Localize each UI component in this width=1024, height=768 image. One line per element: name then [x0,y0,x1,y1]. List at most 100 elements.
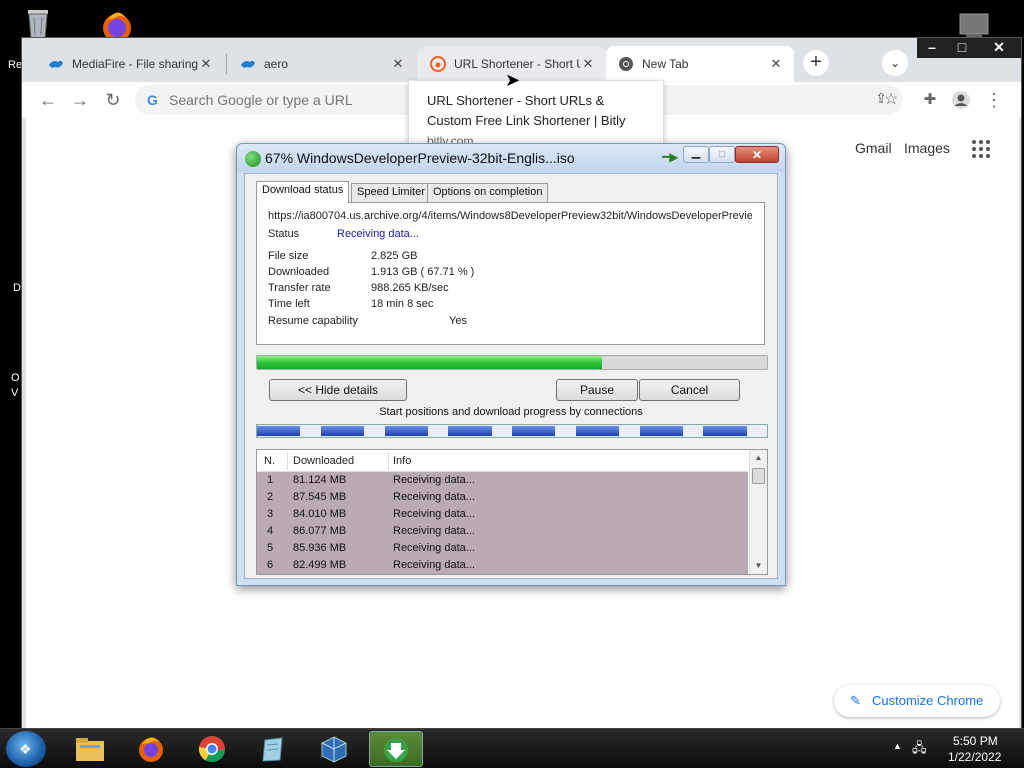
idm-taskbar-icon[interactable] [369,731,423,767]
hover-card-title: URL Shortener - Short URLs & Custom Free… [427,93,626,128]
tab-new-tab[interactable]: New Tab ✕ [606,46,794,82]
chrome-taskbar-icon[interactable] [185,731,239,767]
dialog-titlebar[interactable]: 67% WindowsDeveloperPreview-32bit-Englis… [237,144,785,172]
dialog-close-button[interactable]: ✕ [735,146,779,163]
desktop: Re D O V MediaFire - File sharing ✕ aero… [0,0,1024,768]
hide-details-button[interactable]: << Hide details [269,379,407,401]
connection-segment [639,426,683,436]
column-header-n[interactable]: N. [264,455,275,467]
close-window-button[interactable]: ✕ [977,38,1021,58]
mediafire-icon [49,60,63,68]
row-downloaded: 85.936 MB [293,542,347,554]
scroll-thumb[interactable] [752,468,765,484]
table-row[interactable]: 4 86.077 MB Receiving data... [257,523,748,540]
tab-close-icon[interactable]: ✕ [768,56,784,72]
table-row[interactable]: 3 84.010 MB Receiving data... [257,506,748,523]
extensions-icon[interactable]: ✚ [918,88,942,112]
new-tab-button[interactable]: + [803,50,829,76]
dialog-title: 67% WindowsDeveloperPreview-32bit-Englis… [265,150,575,166]
maximize-button[interactable]: □ [947,38,977,58]
dialog-minimize-button[interactable]: ▁ [683,146,709,163]
row-info: Receiving data... [393,559,475,571]
connections-table: N. Downloaded Info 1 81.124 MB Receiving… [256,449,768,575]
back-icon[interactable]: ← [36,88,60,112]
download-url: https://ia800704.us.archive.org/4/items/… [268,210,752,222]
show-hidden-icons-icon[interactable]: ▲ [893,741,902,751]
bookmark-star-icon[interactable]: ☆ [879,88,903,112]
tab-strip: MediaFire - File sharing ✕ aero ✕ URL Sh… [22,38,1021,82]
progress-fill [257,356,603,369]
row-number: 3 [267,508,274,520]
firefox-taskbar-icon[interactable] [124,731,178,767]
start-button[interactable]: ❖ [6,731,46,767]
row-downloaded: 84.010 MB [293,508,347,520]
scroll-up-icon[interactable]: ▲ [750,450,767,466]
tab-close-icon[interactable]: ✕ [198,56,214,72]
tab-download-status[interactable]: Download status [256,181,350,203]
customize-chrome-label: Customize Chrome [872,693,984,708]
table-row[interactable]: 1 81.124 MB Receiving data... [257,472,748,489]
row-number: 6 [267,559,274,571]
tab-aero[interactable]: aero ✕ [228,46,416,82]
cancel-button[interactable]: Cancel [639,379,740,401]
row-number: 5 [267,542,274,554]
profile-avatar-icon[interactable] [949,88,973,112]
table-scrollbar[interactable]: ▲ ▼ [749,450,767,574]
reload-icon[interactable]: ↻ [101,88,125,112]
pause-button[interactable]: Pause [556,379,638,401]
recycle-bin-icon[interactable] [20,6,56,40]
connections-rows: 1 81.124 MB Receiving data... 2 87.545 M… [257,472,748,574]
row-downloaded: 82.499 MB [293,559,347,571]
pencil-icon: ✎ [850,693,861,708]
tab-search-button[interactable]: ⌄ [882,50,908,76]
tab-close-icon[interactable]: ✕ [390,56,406,72]
images-link[interactable]: Images [904,140,950,156]
dialog-maximize-button[interactable]: □ [709,146,735,163]
table-row[interactable]: 5 85.936 MB Receiving data... [257,540,748,557]
scroll-down-icon[interactable]: ▼ [750,558,767,574]
column-header-info[interactable]: Info [393,455,411,467]
minimize-button[interactable]: – [917,38,947,58]
menu-kebab-icon[interactable]: ⋮ [982,88,1006,112]
tab-close-icon[interactable]: ✕ [580,56,596,72]
row-downloaded: 87.545 MB [293,491,347,503]
virtualbox-taskbar-icon[interactable] [307,731,361,767]
forward-icon[interactable]: → [68,88,92,112]
tab-speed-limiter[interactable]: Speed Limiter [351,183,431,202]
notepad-taskbar-icon[interactable] [246,731,300,767]
connection-segment [703,426,747,436]
table-header: N. Downloaded Info [257,450,748,472]
clock-time[interactable]: 5:50 PM [953,734,998,748]
mouse-cursor-icon: ➤ [505,70,521,90]
transfer-rate-label: Transfer rate [268,282,331,294]
download-progress-bar [256,355,768,370]
row-downloaded: 86.077 MB [293,525,347,537]
gmail-link[interactable]: Gmail [855,140,892,156]
row-downloaded: 81.124 MB [293,474,347,486]
tab-options-on-completion[interactable]: Options on completion [427,183,549,202]
tab-mediafire[interactable]: MediaFire - File sharing ✕ [36,46,224,82]
downloaded-label: Downloaded [268,266,330,278]
firefox-desktop-icon[interactable] [96,6,138,40]
google-apps-icon[interactable] [972,140,990,158]
customize-chrome-button[interactable]: ✎ Customize Chrome [834,685,1000,717]
file-size-value: 2.825 GB [371,250,418,262]
transfer-rate-value: 988.265 KB/sec [371,282,449,294]
resume-capability-value: Yes [449,315,467,327]
table-row[interactable]: 6 82.499 MB Receiving data... [257,557,748,574]
desktop-label: O [11,372,20,384]
column-separator [287,452,288,470]
table-row[interactable]: 2 87.545 MB Receiving data... [257,489,748,506]
connection-segment [575,426,620,436]
tab-title: aero [264,57,289,71]
bitly-icon [430,56,446,72]
column-header-downloaded[interactable]: Downloaded [293,455,354,467]
dialog-body: Download status Speed Limiter Options on… [244,173,778,579]
explorer-taskbar-icon[interactable] [63,731,117,767]
time-left-label: Time left [268,298,310,310]
row-number: 4 [267,525,274,537]
connection-segment [257,426,301,436]
clock-date[interactable]: 1/22/2022 [948,750,1001,764]
file-size-label: File size [268,250,309,262]
network-icon[interactable]: 🖧 [912,739,927,761]
